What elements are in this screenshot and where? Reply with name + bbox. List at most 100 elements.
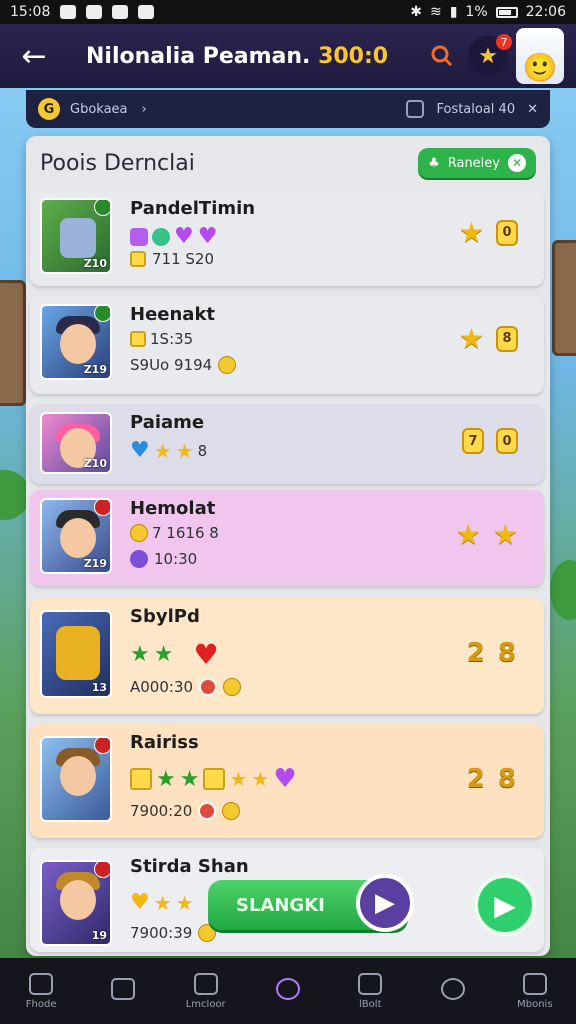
status-bar: 15:08 ✱ ≋ ▮ 1% 22:06 [0,0,576,24]
nav-label: Lmcloor [185,998,226,1010]
panel-action-button[interactable]: ♣ Raneley ✕ [418,148,536,178]
gem-icon [130,227,148,246]
box-icon [203,768,226,790]
star-icon: ★ [492,518,518,551]
item-value: 10:30 [130,550,197,568]
coin-icon [223,678,242,696]
green-star-icon: ★ [156,766,176,792]
notification-button[interactable]: ★ 7 [468,34,512,76]
app-icon [86,5,103,19]
coin-icon [218,356,237,374]
face-icon [60,880,96,920]
item-portrait: Z19 [40,304,112,380]
play-button[interactable]: ▶ [356,874,414,932]
pin-icon [94,862,110,878]
list-item[interactable]: Z19 Heenakt 1S:35 S9Uo 9194 ★ 8 [30,296,544,394]
filter-chevron-icon[interactable]: › [142,102,147,117]
item-stat-text: 1S:35 [150,330,194,348]
pin-icon [94,500,110,516]
swap-icon [111,978,136,1000]
signal-icon: ▮ [449,4,458,20]
list-item[interactable]: Z10 PandelTimin ♥ ♥ 711 S20 ★ 0 [30,190,544,286]
list-item[interactable]: 13 SbylPd ★ ★ ♥ A000:30 2 8 [30,598,544,714]
nav-swap[interactable] [91,978,155,1004]
nav-find[interactable] [421,978,485,1004]
close-icon[interactable]: ✕ [508,154,526,172]
wifi-icon: ≋ [429,4,442,20]
item-portrait: Z19 [40,498,112,574]
item-name: Hemolat [130,498,216,519]
heart-icon: ♥ [197,224,218,249]
green-star-icon: ★ [179,766,200,792]
star-icon: ★ [153,438,172,463]
item-stats: 7 1616 8 [130,524,219,542]
list-item[interactable]: Rairiss ★ ★ ★ ★ ♥ 7900:20 2 8 [30,724,544,838]
item-name: SbylPd [130,606,200,627]
battery-percent: 1% [465,4,488,20]
filter-box-icon[interactable] [406,100,425,118]
orb-icon [130,550,148,568]
panel-action-label: Raneley [447,155,500,171]
item-portrait: Z10 [40,412,112,474]
nav-bolt[interactable]: lBolt [338,972,402,1010]
item-level: Z19 [83,363,107,376]
item-name: Paiame [130,412,205,433]
item-badges: ★ 8 [459,322,518,355]
face-icon [60,518,96,558]
item-level: 19 [91,929,107,942]
nav-label: Mbonis [517,998,553,1010]
nav-home[interactable]: Fhode [9,972,73,1010]
list-item[interactable]: Z10 Paiame ♥ ★ ★ 8 7 0 [30,404,544,484]
player-list-panel: Poois Dernclai ♣ Raneley ✕ Z10 PandelTim… [26,136,550,956]
item-portrait: Z10 [40,198,112,274]
item-value-text: 7900:20 [130,802,193,820]
nav-search[interactable] [256,978,320,1004]
item-badges: ★ ★ [456,518,518,551]
play-next-button[interactable]: ▶ [474,874,536,936]
item-level: 13 [91,681,107,694]
star-icon: ★ [458,216,484,249]
coin-icon [222,802,241,820]
search-icon [275,978,300,1000]
leaf-icon: ♣ [428,155,440,171]
app-header: ← Nilonalia Peaman. 300:0 ★ 7 🙂 [0,24,576,88]
star-icon: ★ [175,890,194,915]
item-name: Stirda Shan [130,856,249,877]
star-icon: ★ [455,518,481,551]
filter-bar: G Gbokaea › Fostaloal 40 ✕ [26,90,550,128]
background-house [552,240,576,356]
list-item[interactable]: Z19 Hemolat 7 1616 8 10:30 ★ ★ [30,490,544,586]
red-coin-icon [199,678,218,696]
heart-icon: ♥ [174,224,194,249]
item-score: 2 8 [466,764,518,794]
rank-badge: 8 [496,325,518,352]
item-value-text: A000:30 [130,678,194,696]
status-clock: 22:06 [525,4,566,20]
crossed-tools-icon[interactable]: ✕ [527,102,538,117]
page-title: Nilonalia Peaman. 300:0 [86,44,388,69]
filter-left-label[interactable]: Gbokaea [70,102,128,117]
nav-locker[interactable]: Lmcloor [174,972,238,1010]
item-stats: ★ ★ ★ ★ ♥ [130,764,297,794]
item-level: Z19 [83,557,107,570]
item-name: Heenakt [130,304,216,325]
item-score: 2 8 [466,638,518,668]
lantern-icon [56,626,100,680]
background-tree [550,560,576,620]
star-icon: ★ [251,767,270,791]
green-star-icon: ★ [153,642,174,667]
red-coin-icon [198,802,217,820]
nav-more[interactable]: Mbonis [503,972,567,1010]
search-icon [431,45,453,67]
item-name: PandelTimin [130,198,256,219]
heart-icon: ♥ [273,764,297,794]
primary-action-label: SLANGKI [236,894,325,916]
pin-icon [94,200,110,216]
back-button[interactable]: ← [12,34,56,78]
search-button[interactable] [422,36,462,76]
coin-icon: G [38,98,60,120]
star-icon: ★ [229,767,248,791]
arrow-left-icon: ← [21,38,47,74]
notification-badge: 7 [496,34,512,50]
avatar[interactable]: 🙂 [516,28,564,84]
